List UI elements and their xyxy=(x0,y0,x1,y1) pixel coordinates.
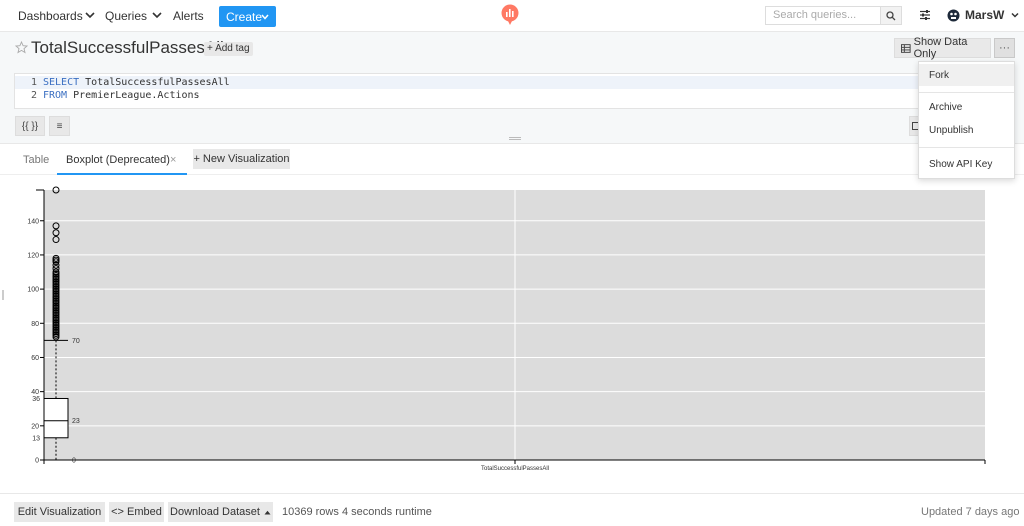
line-number: 2 xyxy=(30,90,37,101)
tab-boxplot[interactable]: Boxplot (Deprecated) xyxy=(66,154,170,166)
menu-divider xyxy=(919,92,1014,93)
search-input[interactable]: Search queries... xyxy=(765,6,881,25)
top-navbar: Dashboards Queries Alerts Create Search … xyxy=(0,0,1024,32)
add-tag-button[interactable]: + Add tag xyxy=(204,42,253,56)
chevron-down-icon xyxy=(261,14,269,20)
y-tick-label: 140 xyxy=(27,218,39,225)
user-name: MarsW xyxy=(965,8,1005,22)
more-actions-menu: Fork Archive Unpublish Show API Key xyxy=(918,61,1015,179)
chevron-down-icon[interactable] xyxy=(150,8,164,22)
box-value-label: 23 xyxy=(72,418,80,425)
new-visualization-button[interactable]: + New Visualization xyxy=(193,149,290,169)
y-tick-label: 120 xyxy=(27,252,39,259)
user-menu[interactable]: MarsW xyxy=(947,8,1021,22)
nav-dashboards[interactable]: Dashboards xyxy=(18,9,83,23)
code-line: FROM PremierLeague.Actions xyxy=(43,89,200,102)
show-data-only-label: Show Data Only xyxy=(913,36,968,60)
y-tick-label: 100 xyxy=(27,287,39,294)
visualization-tabs: Table Boxplot (Deprecated) × + New Visua… xyxy=(0,143,1024,175)
chevron-down-icon[interactable] xyxy=(83,8,97,22)
menu-item-show-api-key[interactable]: Show API Key xyxy=(919,153,1014,175)
y-tick-label: 0 xyxy=(35,458,39,465)
create-button-label: Create xyxy=(226,9,263,24)
add-parameter-button[interactable]: {{ }} xyxy=(15,116,45,136)
sql-text: PremierLeague.Actions xyxy=(67,90,200,101)
updated-timestamp: Updated 7 days ago xyxy=(921,506,1020,518)
sql-editor[interactable]: 1 SELECT TotalSuccessfulPassesAll 2 FROM… xyxy=(14,73,1014,109)
footer-bar: Edit Visualization <> Embed Download Dat… xyxy=(0,493,1024,526)
close-tab-icon[interactable]: × xyxy=(170,154,176,166)
embed-button[interactable]: <> Embed xyxy=(109,502,164,522)
more-actions-button[interactable]: ··· xyxy=(994,38,1015,58)
y-tick-label: 80 xyxy=(31,321,39,328)
create-button[interactable]: Create xyxy=(219,6,276,27)
format-query-button[interactable]: ≡ xyxy=(49,116,70,136)
sql-text: TotalSuccessfulPassesAll xyxy=(79,77,230,88)
visualization-panel: 0 20 40 60 80 100 120 140 TotalSuccessfulPassesA… xyxy=(0,175,1024,493)
code-line: SELECT TotalSuccessfulPassesAll xyxy=(43,76,230,89)
edit-visualization-button[interactable]: Edit Visualization xyxy=(14,502,105,522)
editor-resize-handle[interactable] xyxy=(509,137,521,140)
avatar xyxy=(947,9,960,21)
box-value-label: 36 xyxy=(32,396,40,403)
editor-line: 2 FROM PremierLeague.Actions xyxy=(15,89,1013,102)
favorite-star-icon[interactable] xyxy=(15,41,28,54)
y-tick-label: 60 xyxy=(31,355,39,362)
redash-logo-icon[interactable] xyxy=(500,4,520,26)
query-title[interactable]: TotalSuccessfulPassesAll xyxy=(31,38,224,58)
box-value-label: 0 xyxy=(72,458,76,465)
search-icon xyxy=(886,10,896,20)
show-data-only-button[interactable]: Show Data Only xyxy=(894,36,991,60)
table-icon xyxy=(901,43,911,53)
box-value-label: 70 xyxy=(72,338,80,345)
row-count: 10369 rows xyxy=(282,506,339,518)
sql-keyword: SELECT xyxy=(43,77,80,88)
x-tick-label: TotalSuccessfulPassesAll xyxy=(481,466,549,472)
boxplot-chart: 020406080100120140TotalSuccessfulPassesA… xyxy=(27,186,986,472)
runtime: 4 seconds runtime xyxy=(342,506,432,518)
caret-up-icon xyxy=(264,510,271,514)
menu-item-archive[interactable]: Archive xyxy=(919,96,1014,118)
menu-divider xyxy=(919,147,1014,148)
box xyxy=(43,397,69,439)
drag-marker[interactable] xyxy=(2,290,4,300)
box-value-label: 13 xyxy=(32,435,40,442)
download-dataset-label: Download Dataset xyxy=(170,506,260,518)
menu-item-unpublish[interactable]: Unpublish xyxy=(919,119,1014,141)
y-tick-label: 20 xyxy=(31,423,39,430)
nav-alerts[interactable]: Alerts xyxy=(173,9,204,23)
menu-item-fork[interactable]: Fork xyxy=(919,64,1014,86)
line-number: 1 xyxy=(30,77,37,88)
editor-line: 1 SELECT TotalSuccessfulPassesAll xyxy=(15,76,1013,89)
tab-table[interactable]: Table xyxy=(23,154,49,166)
download-dataset-button[interactable]: Download Dataset xyxy=(168,502,273,522)
chevron-down-icon xyxy=(1011,12,1019,18)
nav-queries[interactable]: Queries xyxy=(105,9,147,23)
settings-sliders-icon[interactable] xyxy=(919,9,931,21)
sql-keyword: FROM xyxy=(43,90,68,101)
search-button[interactable] xyxy=(880,6,902,25)
